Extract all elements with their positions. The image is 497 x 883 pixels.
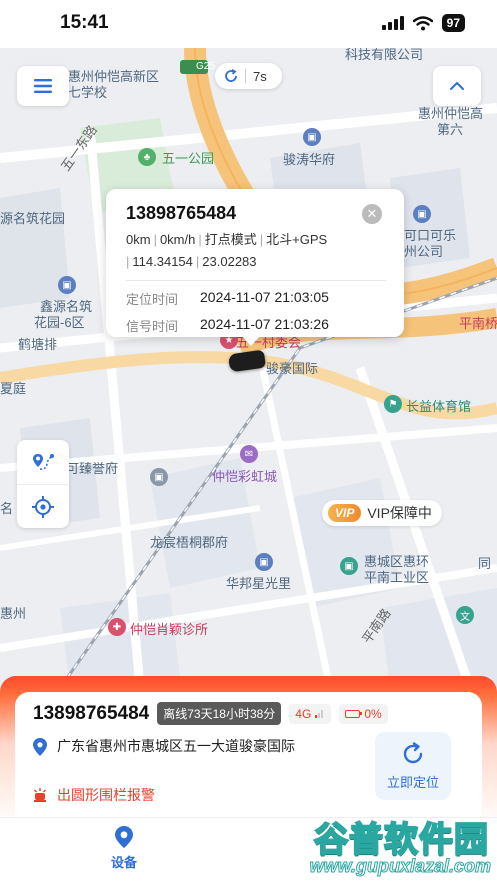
close-icon[interactable]: ✕: [362, 204, 382, 224]
map-label: 仲恺彩虹城: [212, 469, 278, 484]
map-label: 龙宸梧桐郡府: [150, 535, 229, 550]
speed: 0km/h: [159, 232, 196, 247]
signal-time-label: 信号时间: [126, 319, 179, 334]
status-time: 15:41: [60, 12, 109, 33]
alarm-row[interactable]: 出圆形围栏报警: [33, 785, 155, 805]
map-label: 名: [0, 501, 14, 516]
longitude: 114.34154: [132, 254, 193, 269]
culture-icon: 文: [456, 606, 474, 624]
popup-pointer: [242, 336, 260, 346]
map-label: 骏豪国际: [266, 361, 319, 376]
alarm-icon: [34, 788, 46, 802]
vip-tag: VIP: [328, 504, 362, 522]
signal-time-row: 信号时间 2024-11-07 21:03:26: [126, 316, 404, 335]
map-label: 五一公园: [162, 151, 215, 166]
device-info-popup: 13898765484 ✕ 0km | 0km/h | 打点模式 | 北斗+GPS | 114…: [106, 189, 404, 346]
device-card-header: 13898765484 离线73天18小时38分 4G 0%: [33, 702, 388, 725]
locate-now-label: 立即定位: [386, 774, 439, 790]
signal-bars-icon: [315, 710, 324, 718]
fix-time-label: 定位时间: [126, 292, 179, 307]
network-type: 4G: [295, 706, 312, 721]
building-icon: ▣: [58, 276, 76, 294]
network-badge: 4G: [289, 703, 332, 724]
building-icon: ▣: [340, 557, 358, 575]
battery-badge: 0%: [339, 703, 388, 724]
address-row: 广东省惠州市惠城区五一大道骏豪国际: [33, 736, 351, 757]
map-label: 同: [478, 556, 492, 571]
location-pin-icon: [33, 738, 47, 756]
battery-level: 0%: [364, 706, 382, 721]
battery-empty-icon: [345, 709, 363, 718]
map-label: 七学校: [68, 85, 108, 100]
latitude: 23.02283: [202, 254, 257, 269]
cellular-signal-icon: [381, 16, 404, 30]
device-pin-icon: [115, 826, 133, 848]
alarm-text: 出圆形围栏报警: [57, 787, 155, 803]
signal-time-value: 2024-11-07 21:03:26: [200, 316, 329, 332]
device-address: 广东省惠州市惠城区五一大道骏豪国际: [57, 738, 295, 754]
divider: [126, 280, 386, 281]
map-label: 平南工业区: [364, 570, 430, 585]
building-icon: ▣: [150, 468, 168, 486]
map-label: 仲恺肖颖诊所: [130, 622, 209, 637]
positioning-type: 北斗+GPS: [266, 232, 328, 247]
highway-shield: G25: [196, 61, 215, 72]
building-icon: ▣: [303, 128, 321, 146]
map-label: 州公司: [404, 244, 444, 259]
battery-icon: 97: [441, 14, 465, 32]
building-icon: ▣: [255, 553, 273, 571]
map-label: 第六: [437, 122, 464, 137]
menu-icon: [34, 79, 52, 93]
map-label: 夏庭: [0, 381, 27, 396]
fix-time-value: 2024-11-07 21:03:05: [200, 289, 329, 305]
device-phone: 13898765484: [33, 702, 150, 724]
route-pin-icon: [33, 454, 54, 470]
watermark-title: 谷普软件园: [313, 820, 489, 860]
status-badge: 离线73天18小时38分: [157, 702, 282, 725]
chevron-up-icon: [450, 82, 464, 90]
sports-icon: ⚑: [384, 395, 402, 413]
fix-time-row: 定位时间 2024-11-07 21:03:05: [126, 289, 404, 308]
tab-device-label: 设备: [110, 855, 137, 870]
track-button[interactable]: [17, 440, 69, 484]
mall-icon: ✉: [240, 445, 258, 463]
wifi-icon: [412, 15, 433, 30]
popup-speed-line: 0km | 0km/h | 打点模式 | 北斗+GPS: [126, 232, 328, 247]
status-icons: 97: [381, 14, 465, 32]
mode: 打点模式: [204, 232, 257, 247]
map-label: 惠州: [0, 606, 27, 621]
map-label: 平南桥: [459, 316, 497, 331]
status-bar: 15:41 97: [0, 0, 497, 48]
watermark: 谷普软件园 www.gupuxlazal.com: [270, 812, 497, 883]
map-label: 华邦星光里: [226, 576, 292, 591]
watermark-url: www.gupuxlazal.com: [309, 856, 491, 877]
map-tools: [17, 440, 69, 528]
park-icon: ♣: [138, 148, 156, 166]
refresh-interval: 7s: [253, 68, 267, 84]
map-label: 鹤塘排: [18, 337, 58, 352]
map-label: 长益体育馆: [406, 399, 472, 414]
locate-now-button[interactable]: 立即定位: [375, 732, 451, 800]
map-label: 可臻誉府: [66, 461, 119, 476]
locate-me-button[interactable]: [17, 484, 69, 528]
refresh-icon: [225, 69, 237, 82]
crosshair-icon: [32, 495, 54, 518]
popup-coords: | 114.34154 | 23.02283: [126, 254, 257, 269]
divider: [245, 69, 246, 83]
map-label: 骏涛华府: [283, 152, 336, 167]
clinic-icon: ✚: [108, 618, 126, 636]
vip-text: VIP保障中: [367, 505, 432, 521]
map-label: 花园-6区: [34, 315, 85, 330]
refresh-interval-control[interactable]: 7s: [215, 63, 282, 89]
device-card[interactable]: 13898765484 离线73天18小时38分 4G 0% 广东省惠州市惠城区…: [15, 692, 482, 826]
collapse-button[interactable]: [433, 66, 481, 106]
vip-badge[interactable]: VIP VIP保障中: [322, 500, 442, 526]
mileage: 0km: [126, 232, 151, 247]
building-icon: ▣: [413, 205, 431, 223]
menu-button[interactable]: [17, 66, 69, 106]
refresh-icon: [403, 741, 423, 763]
map-label: 科技有限公司: [345, 48, 424, 62]
tab-device[interactable]: 设备: [104, 826, 144, 871]
map-label: 源名筑花园: [0, 211, 66, 226]
